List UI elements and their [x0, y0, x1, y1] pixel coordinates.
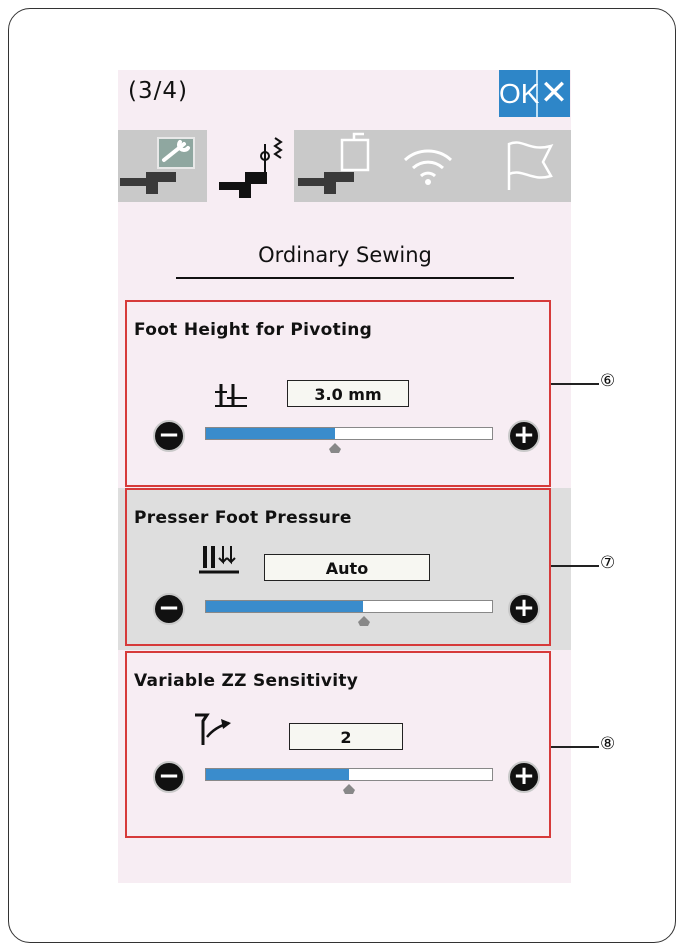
setting-title: Foot Height for Pivoting — [134, 320, 373, 340]
lcd-screen: (3/4) OK ✕ Ordinary Sewing Foot Height f… — [118, 70, 571, 883]
setting-title: Variable ZZ Sensitivity — [134, 671, 359, 691]
decrease-button[interactable]: − — [153, 593, 185, 625]
setting-band-pivot-height: Foot Height for Pivoting 3.0 mm − + — [118, 290, 571, 490]
needle-zigzag-machine-icon — [219, 137, 283, 198]
tab-embroidery[interactable] — [296, 130, 383, 202]
slider-thumb[interactable] — [343, 784, 355, 794]
flag-icon — [507, 141, 554, 190]
tab-wireless[interactable] — [385, 130, 472, 202]
knee-lever-icon — [195, 713, 231, 745]
wifi-icon — [403, 149, 453, 185]
section-title: Ordinary Sewing — [258, 243, 432, 267]
wrench-machine-icon — [120, 137, 195, 194]
page-indicator: (3/4) — [128, 78, 188, 104]
callout-line — [551, 383, 599, 385]
header-bar: (3/4) OK ✕ — [118, 70, 571, 118]
slider-thumb[interactable] — [358, 616, 370, 626]
increase-button[interactable]: + — [508, 420, 540, 452]
callout-marker: ⑧ — [600, 734, 616, 754]
tab-settings[interactable] — [118, 130, 205, 202]
ok-close-buttons: OK ✕ — [499, 70, 570, 117]
callout-marker: ⑦ — [600, 553, 616, 573]
settings-tab-bar — [118, 126, 572, 204]
value-display: 3.0 mm — [287, 380, 409, 407]
close-button[interactable]: ✕ — [538, 70, 570, 117]
decrease-button[interactable]: − — [153, 420, 185, 452]
increase-button[interactable]: + — [508, 761, 540, 793]
level-slider[interactable] — [205, 427, 493, 440]
slider-thumb[interactable] — [329, 443, 341, 453]
foot-pressure-icon — [199, 546, 239, 574]
hoop-machine-icon — [298, 132, 370, 194]
level-slider[interactable] — [205, 768, 493, 781]
value-display: 2 — [289, 723, 403, 750]
callout-marker: ⑥ — [600, 371, 616, 391]
setting-panel-foot-pressure: Presser Foot Pressure Auto − + — [125, 488, 551, 646]
level-slider[interactable] — [205, 600, 493, 613]
tab-sewing[interactable] — [207, 126, 294, 204]
decrease-button[interactable]: − — [153, 761, 185, 793]
increase-button[interactable]: + — [508, 593, 540, 625]
value-display: Auto — [264, 554, 430, 581]
section-underline — [176, 277, 514, 279]
setting-title: Presser Foot Pressure — [134, 508, 352, 528]
tab-language[interactable] — [485, 130, 572, 202]
ok-button[interactable]: OK — [499, 70, 539, 117]
setting-panel-zz-sensitivity: Variable ZZ Sensitivity 2 − + — [125, 651, 551, 838]
setting-band-zz-sensitivity: Variable ZZ Sensitivity 2 − + — [118, 650, 571, 883]
callout-line — [551, 565, 599, 567]
callout-line — [551, 746, 599, 748]
pivot-foot-height-icon — [215, 384, 247, 407]
setting-panel-pivot-height: Foot Height for Pivoting 3.0 mm − + — [125, 300, 551, 487]
